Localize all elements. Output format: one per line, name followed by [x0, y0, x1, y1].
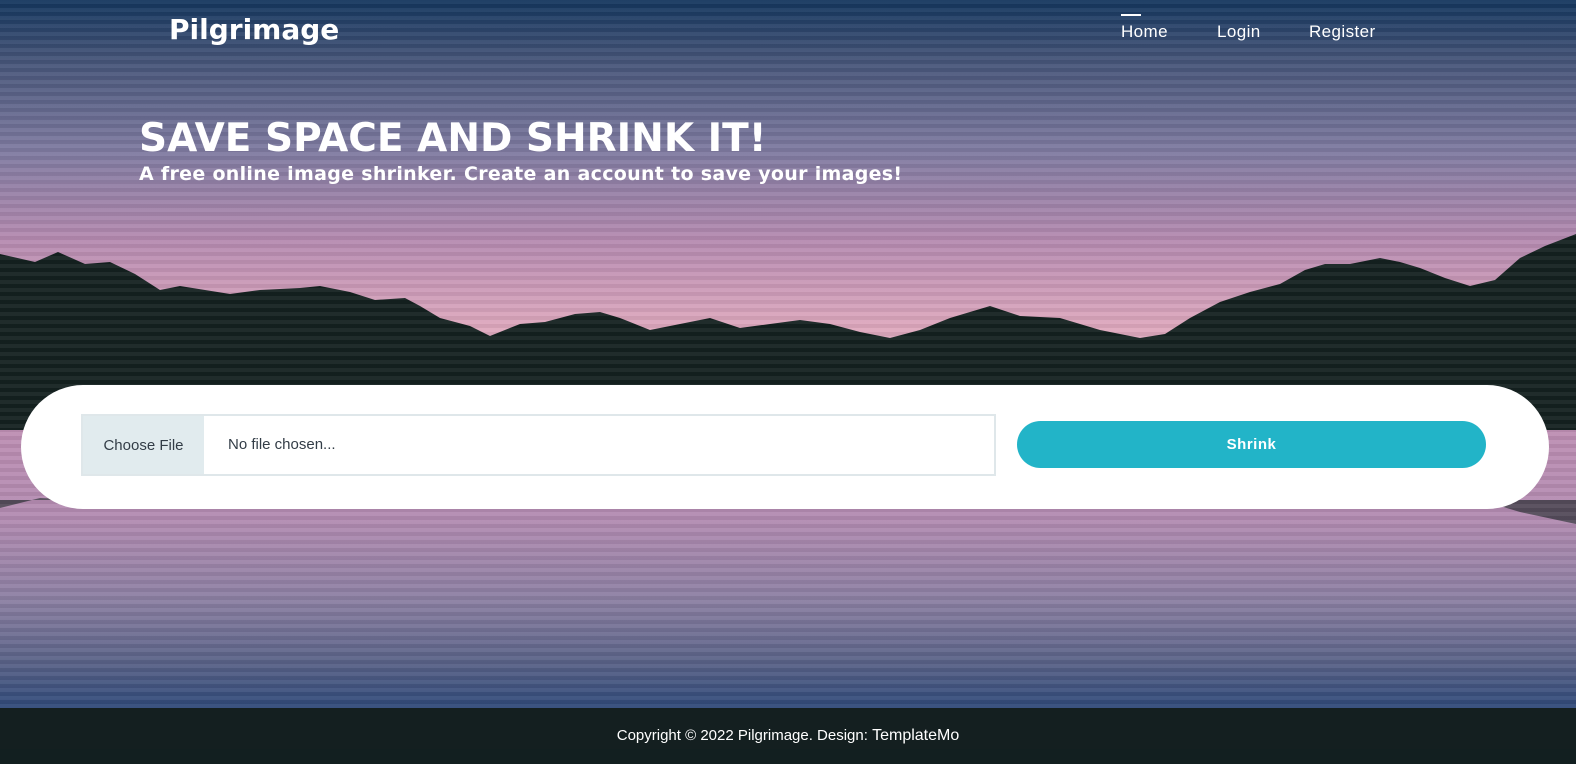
shrink-button[interactable]: Shrink [1017, 421, 1486, 468]
nav-login-link[interactable]: Login [1217, 22, 1261, 42]
main-nav: Home Login Register [0, 14, 1576, 52]
background-landscape [0, 0, 1576, 708]
file-status-text: No file chosen... [228, 436, 336, 453]
nav-home-link[interactable]: Home [1121, 14, 1168, 42]
hero-title: SAVE SPACE AND SHRINK IT! [139, 116, 767, 161]
footer: Copyright © 2022 Pilgrimage. Design: Tem… [0, 708, 1576, 749]
hero-subtitle: A free online image shrinker. Create an … [139, 163, 903, 185]
mountain-silhouette [0, 234, 1576, 524]
nav-register-link[interactable]: Register [1309, 22, 1376, 42]
file-input-field[interactable]: Choose File No file chosen... [81, 414, 996, 476]
footer-templatemo-link[interactable]: TemplateMo [872, 727, 959, 744]
footer-copyright: Copyright © 2022 Pilgrimage. Design: [616, 727, 873, 744]
choose-file-button[interactable]: Choose File [83, 416, 204, 474]
upload-form: Choose File No file chosen... Shrink [21, 385, 1549, 509]
